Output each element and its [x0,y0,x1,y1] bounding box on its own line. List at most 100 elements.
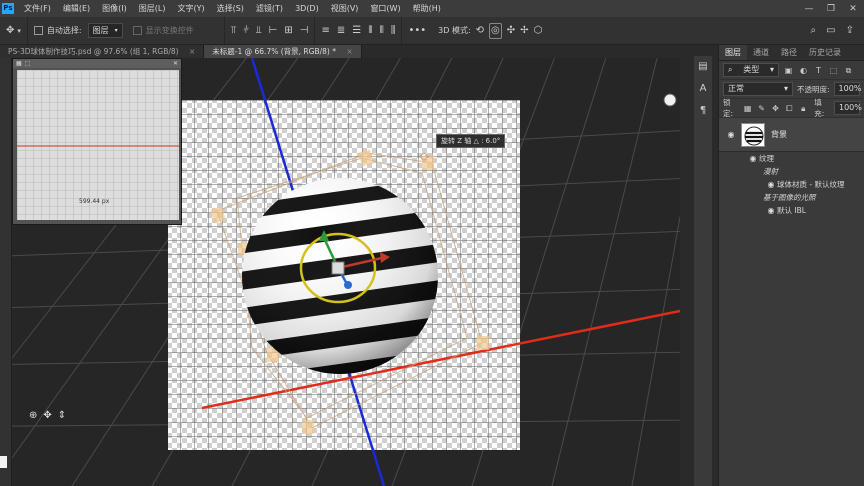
scale-3d-icon[interactable]: ⬡ [534,24,543,38]
align-top-icon[interactable]: ⫪ [231,24,237,38]
align-bottom-icon[interactable]: ⫫ [256,24,262,38]
opacity-input[interactable]: 100% [833,82,861,96]
show-transform-controls-checkbox[interactable] [132,26,142,35]
close-icon[interactable]: × [189,47,195,56]
lock-transparent-icon[interactable]: ▦ [743,103,753,114]
scene-settings-icon[interactable] [663,93,677,107]
3d-mode-label: 3D 模式: [438,26,471,35]
eye-icon[interactable]: ◉ [765,204,777,217]
tab-layers[interactable]: 图层 [719,45,747,60]
restore-button[interactable]: ❐ [820,4,842,14]
tab-paths[interactable]: 路径 [775,45,803,60]
layer-sub-diffuse[interactable]: 漫射 [719,165,864,178]
lock-pixels-icon[interactable]: ✎ [757,103,767,114]
layer-sub-default-ibl[interactable]: ◉ 默认 IBL [719,204,864,217]
auto-select-target-dropdown[interactable]: 图层 ▾ [87,23,123,38]
filter-type-icon[interactable]: T [813,65,824,76]
eye-icon[interactable]: ◉ [747,152,759,165]
tab-document-2[interactable]: 未标题-1 @ 66.7% (背景, RGB/8) * × [204,45,362,58]
search-icon[interactable]: ⌕ [811,24,817,38]
pan-view-icon[interactable]: ✥ [43,410,51,421]
secondary-view-titlebar[interactable]: ▦ ⬚ ✕ [13,59,181,68]
lock-all-icon[interactable]: 🔒︎ [798,103,808,114]
document-tabs: PS-3D球体制作技巧.psd @ 97.6% (组 1, RGB/8) × 未… [0,45,716,58]
distribute-bottom-icon[interactable]: ☰ [352,24,361,38]
close-window-button[interactable]: ✕ [842,4,864,14]
layers-panel-tabs: 图层 通道 路径 历史记录 [719,45,864,61]
secondary-view-window[interactable]: ▦ ⬚ ✕ 599.44 px [12,58,182,225]
eye-icon[interactable]: ◉ [725,130,737,139]
filter-smart-icon[interactable]: ⧉ [843,65,854,76]
menu-3d[interactable]: 3D(D) [289,4,325,13]
align-right-icon[interactable]: ⊣ [300,24,309,38]
camera-view-icon[interactable]: ⬚ [25,60,31,67]
layer-sub-diffuse-label: 漫射 [763,167,778,176]
layer-background[interactable]: ◉ 背景 [719,118,864,152]
align-hcenter-icon[interactable]: ⊞ [284,24,292,38]
distribute-top-icon[interactable]: ≡ [321,24,329,38]
distribute-hcenter-icon[interactable]: ⫴ [380,24,384,38]
menu-file[interactable]: 文件(F) [18,3,57,14]
distribute-vcenter-icon[interactable]: ≣ [337,24,345,38]
fill-input[interactable]: 100% [833,101,862,115]
align-left-icon[interactable]: ⊢ [269,24,278,38]
slide-3d-icon[interactable]: ✢ [520,24,528,38]
move-tool-icon: ✥ [6,24,15,36]
tab-document-1[interactable]: PS-3D球体制作技巧.psd @ 97.6% (组 1, RGB/8) × [0,45,205,58]
close-icon[interactable]: ✕ [173,60,178,67]
menu-window[interactable]: 窗口(W) [364,3,406,14]
layer-sub-default-ibl-label: 默认 IBL [777,206,806,215]
menu-layer[interactable]: 图层(L) [133,3,172,14]
layer-sub-ibl[interactable]: 基于图像的光照 [719,191,864,204]
orbit-view-icon[interactable]: ⊕ [29,410,37,421]
options-bar: ✥ ▾ 自动选择: 图层 ▾ 显示变换控件 ⫪ ⫩ ⫫ ⊢ ⊞ ⊣ ≡ ≣ ☰ … [0,17,864,45]
search-icon: ⌕ [728,65,733,74]
move-tool-preset[interactable]: ✥ ▾ [0,17,28,44]
history-panel-icon[interactable]: ▤ [694,56,712,78]
character-panel-icon[interactable]: A [694,78,712,100]
orbit-3d-icon[interactable]: ⟲ [476,24,484,38]
dolly-view-icon[interactable]: ⇕ [58,410,66,421]
menu-image[interactable]: 图像(I) [96,3,133,14]
layer-thumbnail [741,122,765,147]
filter-pixel-icon[interactable]: ▣ [783,65,794,76]
filter-adjustment-icon[interactable]: ◐ [798,65,809,76]
eye-icon[interactable]: ◉ [765,178,777,191]
foreground-color-swatch[interactable] [0,456,7,468]
more-options-icon[interactable]: ••• [408,24,426,38]
lock-position-icon[interactable]: ✥ [771,103,781,114]
layer-sub-material[interactable]: ◉ 球体材质 - 默认纹理 [719,178,864,191]
distribute-right-icon[interactable]: ⫼ [391,24,396,38]
roll-3d-icon[interactable]: ◎ [489,22,502,39]
menu-type[interactable]: 文字(Y) [171,3,210,14]
auto-select-target-value: 图层 [92,26,109,35]
auto-select-checkbox[interactable] [33,26,43,35]
minimize-button[interactable]: — [798,4,820,14]
menu-edit[interactable]: 编辑(E) [57,3,96,14]
paragraph-panel-icon[interactable]: ¶ [694,100,712,122]
tab-channels[interactable]: 通道 [747,45,775,60]
menu-view[interactable]: 视图(V) [325,3,365,14]
layer-sub-material-label: 球体材质 - 默认纹理 [777,180,845,189]
filter-shape-icon[interactable]: ⬚ [828,65,839,76]
pan-3d-icon[interactable]: ✣ [507,24,515,38]
lock-artboard-icon[interactable]: ⧠ [784,103,794,114]
rotate-cursor-icon: ⟳ [420,150,430,164]
align-vcenter-icon[interactable]: ⫩ [243,24,249,38]
distribute-left-icon[interactable]: ⦀ [368,24,372,38]
view-menu-icon[interactable]: ▦ [16,60,22,67]
menu-filter[interactable]: 滤镜(T) [250,3,289,14]
menu-select[interactable]: 选择(S) [211,3,250,14]
auto-select-label: 自动选择: [46,26,82,35]
layer-sub-textures[interactable]: ◉ 纹理 [719,152,864,165]
tab-history[interactable]: 历史记录 [803,45,847,60]
share-icon[interactable]: ⇪ [846,24,854,38]
close-icon[interactable]: × [346,47,352,56]
chevron-down-icon: ▾ [783,84,788,93]
layer-sub-ibl-label: 基于图像的光照 [763,193,816,202]
layer-filter-value: 类型 [743,65,760,74]
layer-filter-dropdown[interactable]: ⌕ 类型 ▾ [723,63,779,77]
blend-mode-dropdown[interactable]: 正常 ▾ [723,82,793,96]
menu-help[interactable]: 帮助(H) [407,3,447,14]
workspace-icon[interactable]: ▭ [826,24,835,38]
